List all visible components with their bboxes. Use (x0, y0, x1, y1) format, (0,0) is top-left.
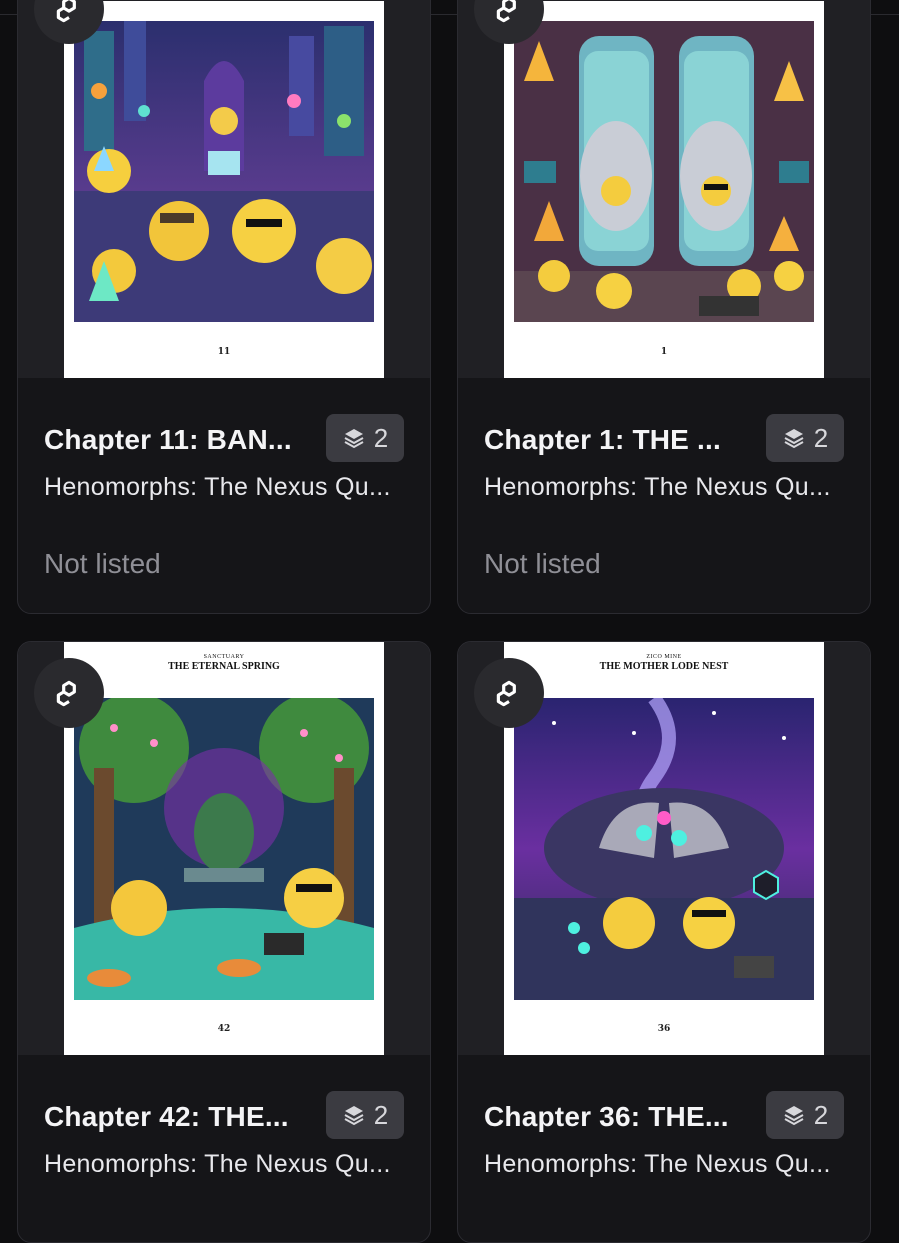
page-number: 42 (217, 1024, 231, 1034)
page-heading: THE ETERNAL SPRING (168, 661, 280, 672)
page-number: 11 (217, 347, 231, 357)
nft-grid: 11 Chapter 11: BAN... 2 Henomorphs: The … (0, 0, 899, 1243)
collection-name[interactable]: Henomorphs: The Nexus Qu... (484, 473, 831, 502)
nft-card[interactable]: SANCTUARY THE ETERNAL SPRING 42 Chapter … (17, 641, 431, 1243)
card-media: SANCTUARY THE ETERNAL SPRING 42 (18, 642, 430, 1055)
layers-icon (784, 429, 804, 449)
page-header: SANCTUARY THE ETERNAL SPRING (64, 654, 384, 673)
card-media: 1 (458, 0, 870, 378)
comic-page: 1 (504, 1, 824, 378)
card-title[interactable]: Chapter 36: THE... (484, 1101, 729, 1133)
polygon-logo-icon (474, 658, 544, 728)
title-row: Chapter 42: THE... 2 (44, 1091, 404, 1139)
page-number: 36 (657, 1024, 671, 1034)
card-title[interactable]: Chapter 42: THE... (44, 1101, 289, 1133)
edition-count-badge: 2 (326, 414, 404, 462)
edition-count-badge: 2 (326, 1091, 404, 1139)
layers-icon (344, 429, 364, 449)
artwork-spring (74, 698, 374, 1000)
layers-icon (344, 1106, 364, 1126)
edition-count: 2 (813, 1099, 829, 1130)
listing-status: Not listed (484, 548, 601, 579)
edition-count-badge: 2 (766, 1091, 844, 1139)
nft-card[interactable]: 11 Chapter 11: BAN... 2 Henomorphs: The … (17, 0, 431, 614)
card-title[interactable]: Chapter 11: BAN... (44, 424, 292, 456)
nft-card[interactable]: 1 Chapter 1: THE ... 2 Henomorphs: The N… (457, 0, 871, 614)
page-kicker: ZICO MINE (646, 654, 682, 660)
nft-card[interactable]: ZICO MINE THE MOTHER LODE NEST 36 Chapte… (457, 641, 871, 1243)
card-media: 11 (18, 0, 430, 378)
artwork-market (74, 21, 374, 322)
collection-name[interactable]: Henomorphs: The Nexus Qu... (484, 1150, 831, 1179)
page-number: 1 (660, 347, 668, 357)
edition-count-badge: 2 (766, 414, 844, 462)
edition-count: 2 (373, 422, 389, 453)
card-media: ZICO MINE THE MOTHER LODE NEST 36 (458, 642, 870, 1055)
title-row: Chapter 1: THE ... 2 (484, 414, 844, 462)
comic-page: 11 (64, 1, 384, 378)
collection-name[interactable]: Henomorphs: The Nexus Qu... (44, 1150, 391, 1179)
artwork-mine (514, 698, 814, 1000)
artwork-incubators (514, 21, 814, 322)
edition-count: 2 (373, 1099, 389, 1130)
page-header: ZICO MINE THE MOTHER LODE NEST (504, 654, 824, 673)
page-kicker: SANCTUARY (203, 654, 245, 660)
layers-icon (784, 1106, 804, 1126)
collection-name[interactable]: Henomorphs: The Nexus Qu... (44, 473, 391, 502)
page-heading: THE MOTHER LODE NEST (599, 661, 729, 672)
card-title[interactable]: Chapter 1: THE ... (484, 424, 721, 456)
comic-page: ZICO MINE THE MOTHER LODE NEST 36 (504, 642, 824, 1055)
polygon-logo-icon (34, 658, 104, 728)
title-row: Chapter 11: BAN... 2 (44, 414, 404, 462)
listing-status: Not listed (44, 548, 161, 579)
title-row: Chapter 36: THE... 2 (484, 1091, 844, 1139)
edition-count: 2 (813, 422, 829, 453)
comic-page: SANCTUARY THE ETERNAL SPRING 42 (64, 642, 384, 1055)
